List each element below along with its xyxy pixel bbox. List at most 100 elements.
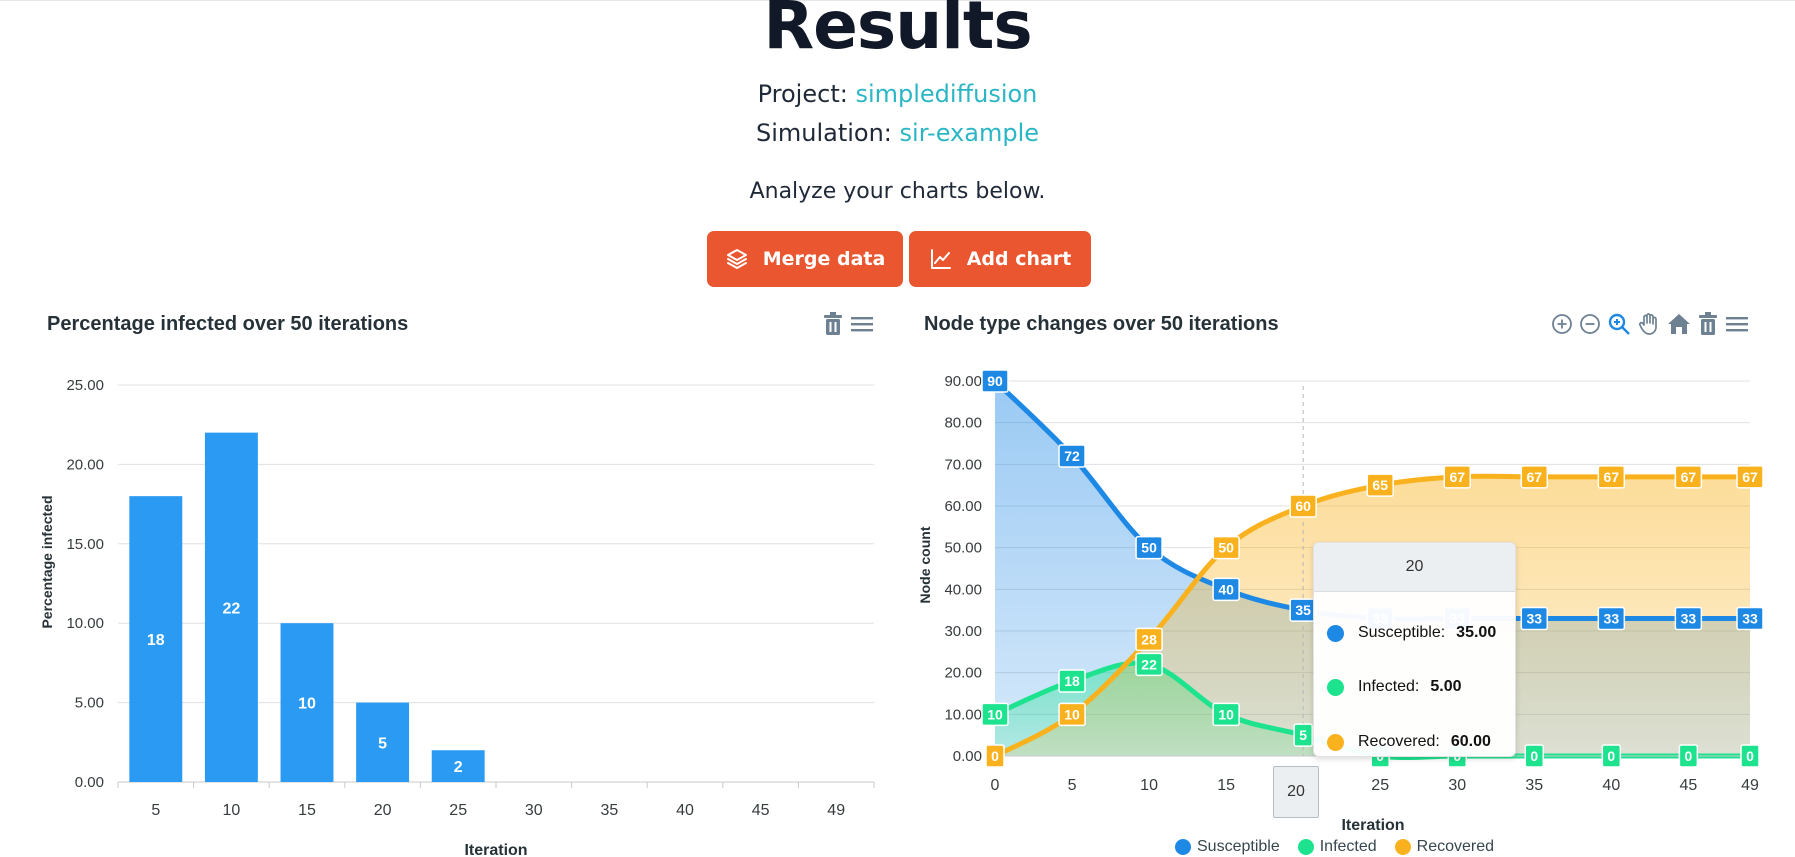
legend-label: Recovered — [1416, 838, 1495, 855]
home-icon[interactable] — [1667, 313, 1691, 335]
pan-hand-icon[interactable] — [1637, 312, 1661, 336]
data-label: 67 — [1742, 469, 1758, 485]
data-label-box — [1736, 606, 1764, 631]
chart1-toolbar — [822, 311, 874, 337]
add-chart-label: Add chart — [966, 248, 1072, 270]
data-label: 33 — [1604, 611, 1620, 627]
data-label-box — [1135, 627, 1163, 652]
y-tick-label: 40.00 — [944, 581, 982, 598]
data-label-box — [1740, 744, 1760, 768]
data-label: 18 — [1064, 673, 1080, 689]
legend-item-infected[interactable]: Infected — [1297, 838, 1377, 856]
tooltip-dot — [1327, 733, 1344, 751]
tooltip-value: 35.00 — [1456, 624, 1497, 641]
x-tick-label: 45 — [1679, 777, 1697, 794]
x-tick-label: 5 — [151, 802, 160, 819]
data-label-box — [1678, 744, 1699, 768]
y-tick-label: 15.00 — [66, 536, 104, 553]
x-axis-title: Iteration — [464, 842, 527, 857]
chart2-toolbar — [1551, 311, 1749, 337]
data-label: 33 — [1742, 611, 1758, 627]
data-label: 10 — [1064, 706, 1080, 722]
simulation-label: Simulation: — [755, 119, 892, 147]
tooltip-value: 60.00 — [1450, 733, 1491, 750]
data-label: 67 — [1526, 469, 1542, 485]
zoom-selection-icon[interactable] — [1607, 312, 1631, 336]
x-tick-label: 15 — [298, 802, 316, 819]
tooltip-row-recovered: Recovered: 60.00 — [1327, 732, 1491, 752]
data-label-box — [1293, 723, 1313, 747]
data-label-box — [1443, 465, 1471, 489]
y-tick-label: 30.00 — [944, 623, 982, 640]
layers-icon — [725, 247, 749, 271]
tooltip-label: Infected: — [1358, 678, 1420, 695]
data-label: 40 — [1218, 581, 1234, 597]
data-label: 10 — [987, 706, 1003, 722]
data-label: 67 — [1681, 469, 1697, 485]
y-tick-label: 25.00 — [66, 377, 104, 394]
bar-data-label: 18 — [147, 632, 165, 649]
x-tick-label: 20 — [374, 802, 392, 819]
y-tick-label: 20.00 — [944, 665, 982, 682]
legend-label: Susceptible — [1197, 838, 1280, 855]
page-subtitle: Analyze your charts below. — [749, 179, 1046, 204]
data-label: 50 — [1141, 540, 1157, 556]
bar-chart: 0.00 5.00 10.00 15.00 20.00 25.00 5 18 10 22 15 10 2… — [39, 377, 875, 857]
y-tick-label: 80.00 — [944, 415, 982, 432]
data-label-box — [1135, 652, 1163, 677]
data-label: 72 — [1064, 448, 1080, 464]
data-label: 90 — [987, 373, 1003, 389]
legend-marker — [1175, 839, 1191, 855]
data-label-box — [1135, 535, 1163, 560]
x-tick-label: 0 — [991, 777, 1000, 794]
merge-data-button[interactable]: Merge data — [707, 231, 903, 287]
zoom-in-icon[interactable] — [1551, 313, 1573, 335]
chart-tooltip: 20 Susceptible: 35.00 Infected: 5.00 Rec… — [1313, 542, 1516, 757]
data-label: 35 — [1295, 602, 1311, 618]
x-tick-label: 49 — [1741, 777, 1759, 794]
x-tick-label: 49 — [827, 802, 845, 819]
data-label-box — [1520, 465, 1549, 489]
x-tick-label: 30 — [1448, 777, 1466, 794]
bar — [129, 496, 183, 782]
bar-data-label: 10 — [298, 696, 316, 713]
tooltip-row-infected: Infected: 5.00 — [1327, 677, 1462, 697]
legend-item-recovered[interactable]: Recovered — [1394, 838, 1495, 856]
page-title: Results — [763, 0, 1032, 64]
data-label-box — [985, 744, 1005, 768]
x-axis-title: Iteration — [1341, 817, 1404, 834]
data-label: 60 — [1295, 498, 1311, 514]
x-tick-label: 10 — [223, 802, 241, 819]
data-label-box — [981, 702, 1009, 727]
simulation-link[interactable]: sir-example — [900, 119, 1039, 147]
trash-icon[interactable] — [1697, 312, 1719, 336]
y-tick-label: 10.00 — [66, 615, 104, 632]
tooltip-label: Recovered: — [1358, 733, 1440, 750]
trash-icon[interactable] — [822, 312, 844, 336]
data-label-box — [1289, 494, 1317, 518]
data-label: 33 — [1526, 611, 1542, 627]
project-line: Project: simplediffusion — [0, 80, 1795, 108]
data-label-box — [1212, 577, 1240, 602]
legend-marker — [1394, 839, 1411, 855]
data-label: 28 — [1141, 631, 1157, 647]
legend-label: Infected — [1319, 838, 1377, 855]
data-label-box — [1736, 465, 1764, 489]
simulation-line: Simulation: sir-example — [0, 119, 1795, 147]
project-link[interactable]: simplediffusion — [855, 80, 1037, 108]
data-label: 65 — [1372, 477, 1388, 493]
data-label-box — [1597, 465, 1626, 489]
legend-item-susceptible[interactable]: Susceptible — [1175, 838, 1280, 856]
menu-icon[interactable] — [1725, 314, 1749, 334]
data-label-box — [1212, 702, 1240, 727]
data-label: 22 — [1141, 656, 1157, 672]
add-chart-button[interactable]: Add chart — [909, 231, 1091, 287]
menu-icon[interactable] — [850, 314, 874, 334]
tooltip-dot — [1327, 678, 1344, 696]
tooltip-title: 20 — [1314, 543, 1515, 592]
data-label-box — [1212, 535, 1240, 560]
zoom-out-icon[interactable] — [1579, 313, 1601, 335]
chart1-title: Percentage infected over 50 iterations — [47, 313, 409, 335]
data-label-box — [1058, 669, 1086, 693]
bar — [204, 432, 258, 782]
